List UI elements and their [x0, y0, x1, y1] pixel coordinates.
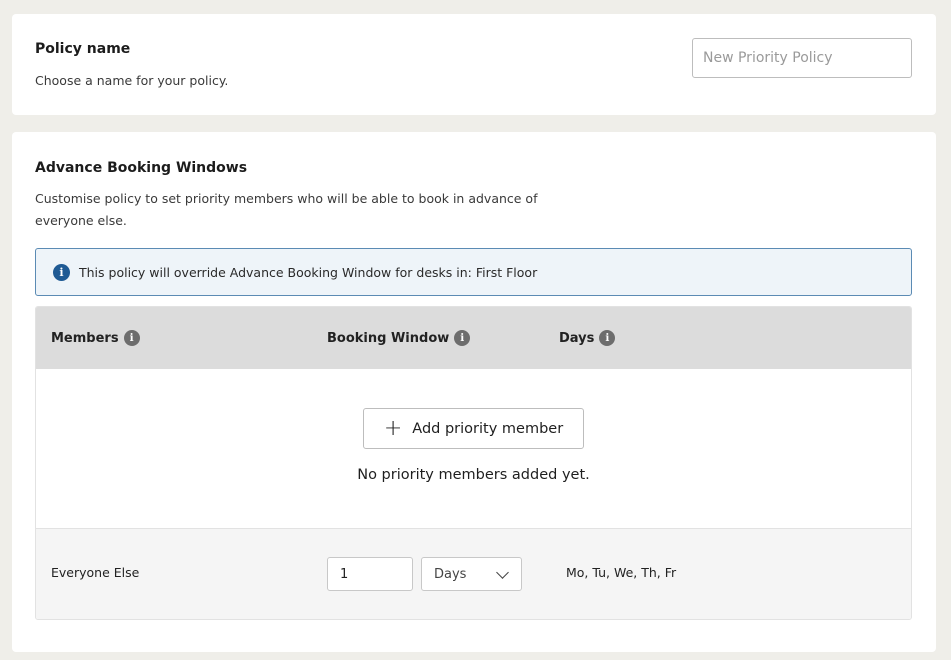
empty-state-message: No priority members added yet.	[357, 467, 590, 483]
everyone-else-label: Everyone Else	[51, 565, 140, 580]
column-header-label: Members	[51, 330, 119, 346]
days-info-icon[interactable]: i	[599, 330, 616, 346]
priority-members-empty-state: + Add priority member No priority member…	[36, 369, 911, 529]
override-info-text: This policy will override Advance Bookin…	[79, 264, 538, 280]
everyone-else-days: Mo, Tu, We, Th, Fr	[566, 565, 677, 580]
booking-window-info-icon[interactable]: i	[454, 330, 471, 346]
policy-name-description: Choose a name for your policy.	[35, 73, 229, 88]
column-header-booking-window: Booking Window i	[327, 307, 471, 369]
advance-booking-windows-title: Advance Booking Windows	[35, 160, 248, 176]
members-info-icon[interactable]: i	[123, 330, 140, 346]
policy-name-title: Policy name	[35, 41, 131, 57]
add-priority-member-label: Add priority member	[412, 420, 564, 437]
policy-name-input[interactable]	[692, 38, 912, 78]
column-header-label: Booking Window	[327, 330, 450, 346]
column-header-label: Days	[559, 330, 595, 346]
unit-select-value: Days	[434, 566, 467, 582]
plus-icon: +	[383, 415, 403, 441]
booking-window-unit-select[interactable]: Days	[421, 557, 522, 591]
advance-booking-windows-description: Customise policy to set priority members…	[35, 191, 538, 228]
policy-name-card: Policy name Choose a name for your polic…	[12, 14, 936, 115]
table-header: Members i Booking Window i Days i	[36, 307, 911, 369]
column-header-members: Members i	[51, 307, 140, 369]
add-priority-member-button[interactable]: + Add priority member	[363, 408, 584, 449]
advance-booking-windows-card: Advance Booking Windows Customise policy…	[12, 132, 936, 652]
booking-window-input[interactable]	[327, 557, 413, 591]
info-icon: i	[53, 263, 70, 281]
column-header-days: Days i	[559, 307, 616, 369]
chevron-down-icon	[496, 566, 509, 579]
everyone-else-row: Everyone Else Days Mo, Tu, We, Th, Fr	[36, 529, 911, 619]
priority-members-table: Members i Booking Window i Days i + Add …	[35, 306, 912, 620]
override-info-banner: i This policy will override Advance Book…	[35, 248, 912, 296]
